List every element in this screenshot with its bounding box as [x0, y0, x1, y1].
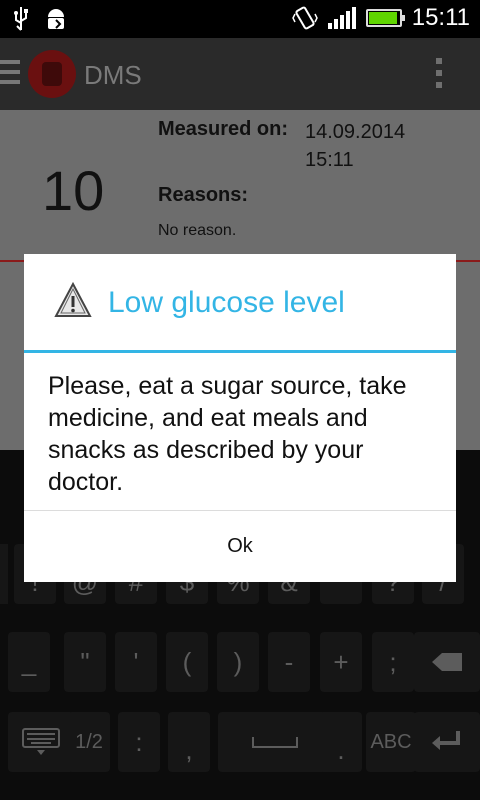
key[interactable]: )	[217, 632, 259, 692]
dialog-header: Low glucose level	[24, 254, 456, 350]
overflow-menu-icon[interactable]	[436, 58, 442, 94]
dialog-message: Please, eat a sugar source, take medicin…	[48, 372, 407, 496]
keyboard-settings-key[interactable]	[8, 712, 74, 772]
android-debug-icon	[48, 9, 64, 29]
key[interactable]: "	[64, 632, 106, 692]
battery-icon	[365, 9, 405, 27]
reasons-value: No reason.	[158, 222, 237, 239]
measured-on-value: 14.09.2014 15:11	[305, 118, 465, 174]
enter-key[interactable]	[414, 712, 480, 772]
backspace-key[interactable]	[414, 632, 480, 692]
low-glucose-dialog: Low glucose level Please, eat a sugar so…	[24, 254, 456, 582]
key[interactable]: -	[268, 632, 310, 692]
reasons-label: Reasons:	[158, 184, 249, 206]
key[interactable]: +	[320, 632, 362, 692]
key[interactable]: '	[115, 632, 157, 692]
vibrate-icon	[291, 6, 318, 30]
signal-icon	[327, 7, 356, 29]
enter-icon	[432, 731, 460, 750]
dialog-title-divider	[24, 350, 456, 353]
keyboard-icon	[22, 728, 60, 755]
ok-button[interactable]: Ok	[24, 511, 456, 582]
key[interactable]: ,	[168, 712, 210, 772]
abc-key[interactable]: ABC	[366, 712, 416, 772]
warning-icon	[54, 282, 92, 317]
menu-icon[interactable]	[0, 60, 20, 90]
action-bar: DMS	[0, 38, 480, 110]
symbols-page-key[interactable]: 1/2	[68, 712, 110, 772]
key[interactable]: (	[166, 632, 208, 692]
key[interactable]: .	[320, 712, 362, 772]
measured-on-label: Measured on:	[158, 118, 289, 140]
usb-icon	[14, 7, 28, 31]
dialog-title: Low glucose level	[108, 286, 345, 319]
key[interactable]: :	[118, 712, 160, 772]
key[interactable]: _	[8, 632, 50, 692]
key[interactable]: ;	[372, 632, 414, 692]
glucose-value: 10	[42, 159, 105, 222]
backspace-icon	[432, 653, 462, 671]
measured-time: 15:11	[305, 149, 354, 171]
status-bar: 15:11	[0, 0, 480, 38]
measured-date: 14.09.2014	[305, 121, 406, 143]
keyboard-edge	[0, 544, 8, 604]
app-title: DMS	[84, 60, 142, 90]
space-icon	[252, 737, 298, 748]
app-logo-icon[interactable]	[28, 50, 76, 98]
status-time: 15:11	[411, 4, 470, 31]
space-key[interactable]	[218, 712, 332, 772]
